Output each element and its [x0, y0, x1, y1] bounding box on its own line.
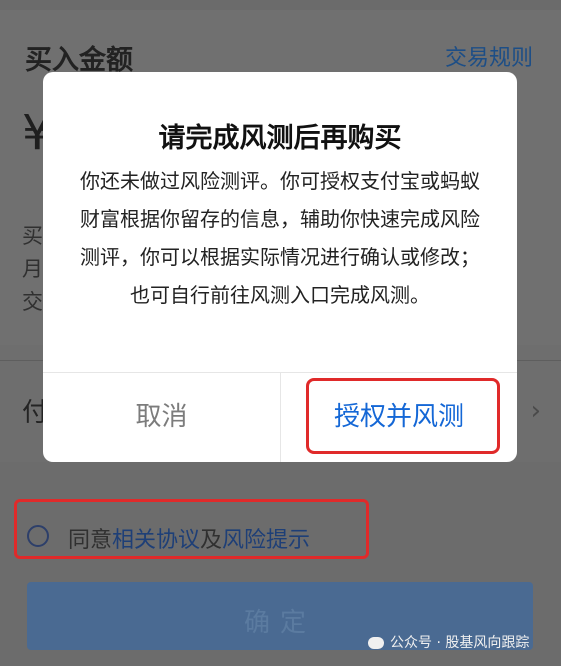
authorize-highlight-box [306, 378, 500, 454]
wechat-icon [368, 637, 384, 649]
dialog-title: 请完成风测后再购买 [158, 123, 402, 154]
info-line: 交 [22, 290, 43, 314]
purchase-page: 买入金额 交易规则 ¥ 买 月 交 付 › 同意相关协议及风险提示 确定 公众号… [0, 0, 561, 666]
cancel-button[interactable]: 取消 [43, 373, 280, 462]
purchase-info: 买 月 交 [22, 220, 43, 319]
dialog-message: 你还未做过风险测评。你可授权支付宝或蚂蚁财富根据你留存的信息，辅助你快速完成风险… [80, 169, 480, 307]
watermark-text: 公众号 · 股基风向跟踪 [390, 635, 530, 651]
trade-rules-link[interactable]: 交易规则 [445, 40, 533, 72]
watermark: 公众号 · 股基风向跟踪 [368, 632, 529, 652]
info-line: 月 [22, 257, 43, 281]
top-strip [0, 0, 561, 10]
info-line: 买 [22, 224, 43, 248]
chevron-right-icon: › [530, 396, 541, 426]
agreement-highlight-box [14, 499, 369, 559]
